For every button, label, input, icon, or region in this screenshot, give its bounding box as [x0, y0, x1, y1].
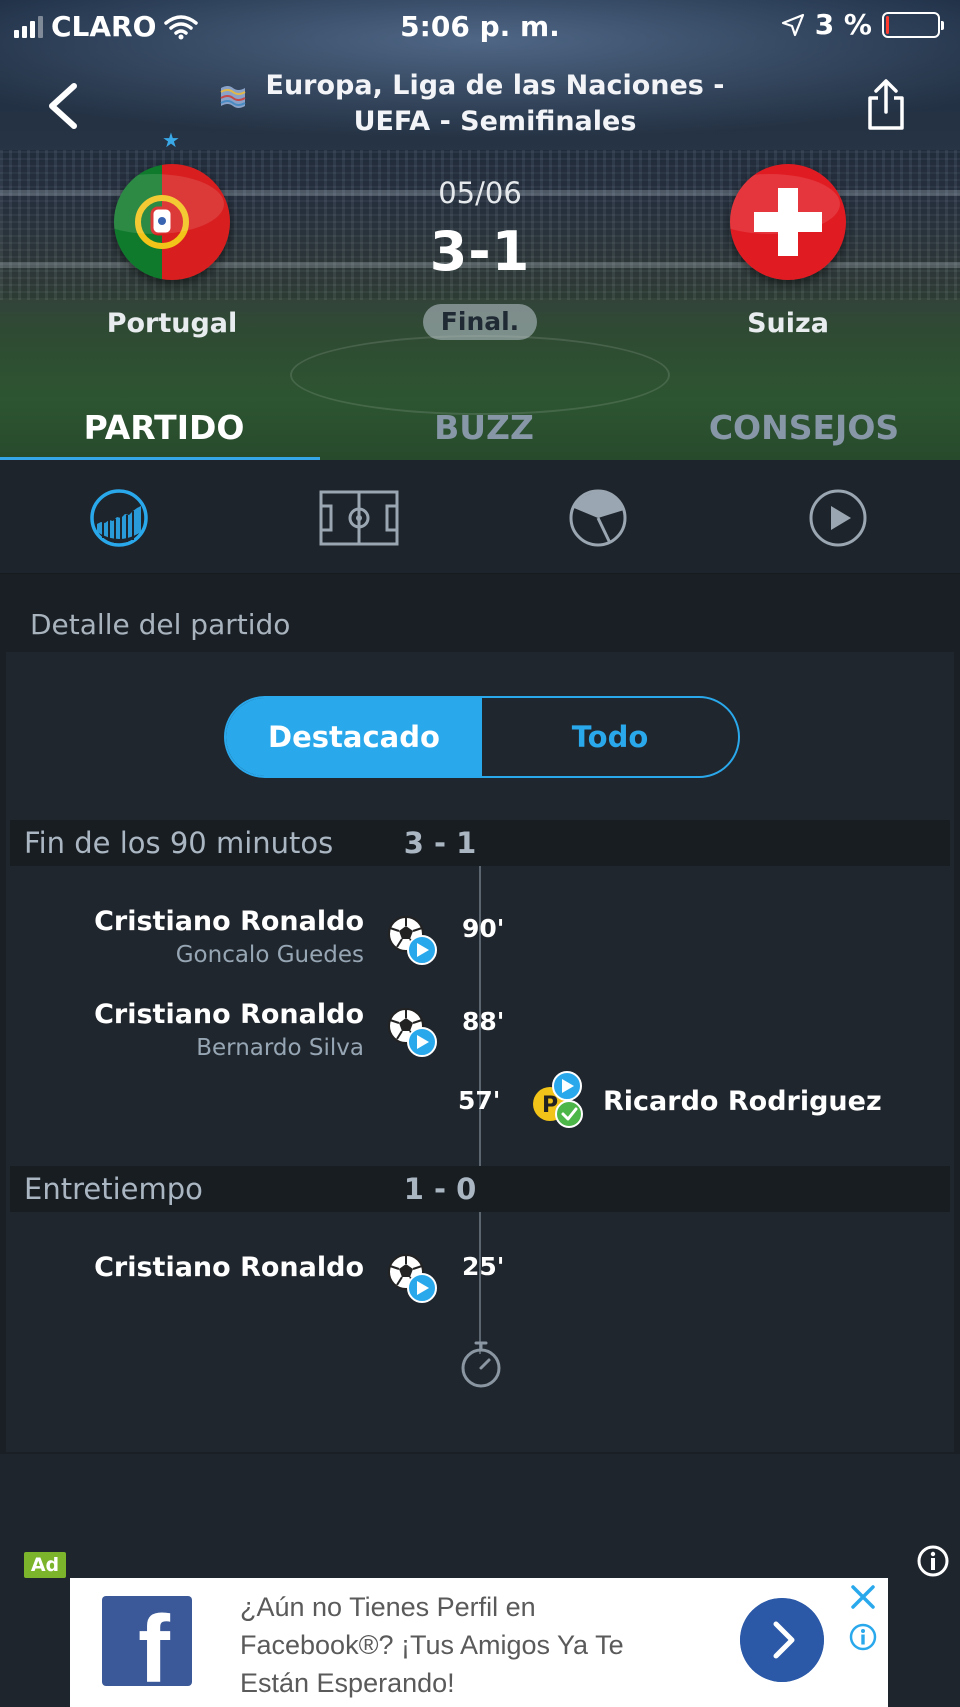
ad-close-icon[interactable]	[848, 1582, 878, 1612]
facebook-logo: f	[102, 1596, 192, 1703]
battery-icon	[882, 11, 944, 38]
period-score: 1 - 0	[403, 1172, 477, 1206]
filter-all-button[interactable]: Todo	[482, 698, 738, 776]
ad-info-icon[interactable]	[916, 1544, 950, 1578]
goal-video-icon[interactable]	[386, 1252, 438, 1304]
home-team-flag[interactable]	[114, 164, 230, 280]
match-score: 3-1	[429, 220, 531, 283]
event-minute: 57'	[458, 1086, 501, 1115]
back-button[interactable]	[40, 78, 90, 134]
tab-partido[interactable]: PARTIDO	[4, 408, 324, 447]
away-team-flag[interactable]	[730, 164, 846, 280]
event-minute: 25'	[462, 1252, 505, 1281]
pitch-lineup-icon[interactable]	[318, 486, 400, 550]
pie-chart-icon[interactable]	[566, 486, 630, 550]
event-player: Cristiano Ronaldo	[94, 1252, 364, 1283]
period-label: Entretiempo	[24, 1172, 203, 1206]
battery-percent: 3 %	[814, 8, 872, 41]
ad-banner[interactable]: f ¿Aún no Tienes Perfil en Facebook®? ¡T…	[70, 1578, 888, 1707]
goal-video-icon[interactable]	[386, 1006, 438, 1058]
match-status-badge: Final.	[423, 304, 537, 340]
tab-consejos[interactable]: CONSEJOS	[644, 408, 960, 447]
ad-text: ¿Aún no Tienes Perfil en Facebook®? ¡Tus…	[240, 1592, 624, 1698]
share-button[interactable]	[862, 78, 910, 134]
period-header: Fin de los 90 minutos 3 - 1	[10, 820, 950, 866]
filter-highlighted-button[interactable]: Destacado	[226, 698, 482, 776]
status-right: 3 %	[781, 8, 944, 41]
event-minute: 90'	[462, 914, 505, 943]
goal-video-icon[interactable]	[386, 914, 438, 966]
period-score: 3 - 1	[403, 826, 477, 860]
home-team-name: Portugal	[106, 308, 238, 339]
event-assist: Bernardo Silva	[196, 1035, 364, 1061]
match-tabs: PARTIDO BUZZ CONSEJOS	[0, 400, 960, 460]
location-arrow-icon	[781, 13, 804, 36]
section-title: Detalle del partido	[30, 608, 291, 641]
facebook-logo-letter: f	[138, 1596, 171, 1686]
tab-buzz[interactable]: BUZZ	[324, 408, 644, 447]
event-assist: Goncalo Guedes	[175, 942, 364, 968]
period-header: Entretiempo 1 - 0	[10, 1166, 950, 1212]
stopwatch-icon	[461, 1341, 501, 1388]
event-player: Cristiano Ronaldo	[94, 999, 364, 1030]
play-video-icon[interactable]	[806, 486, 870, 550]
event-player: Ricardo Rodriguez	[603, 1086, 882, 1117]
event-minute: 88'	[462, 1007, 505, 1036]
ad-banner-area: Ad f ¿Aún no Tienes Perfil en Facebook®?…	[0, 1536, 960, 1707]
ad-badge: Ad	[24, 1552, 66, 1578]
match-events-card: Destacado Todo Fin de los 90 minutos 3 -…	[6, 652, 954, 1452]
favorite-star-icon: ★	[162, 128, 180, 152]
period-label: Fin de los 90 minutos	[24, 826, 334, 860]
match-detail-content: Detalle del partido Destacado Todo Fin d…	[0, 574, 960, 1454]
event-player: Cristiano Ronaldo	[94, 906, 364, 937]
ad-choices-info-icon[interactable]	[848, 1622, 878, 1652]
match-subnav	[0, 460, 960, 574]
events-filter-toggle: Destacado Todo	[224, 696, 740, 778]
portugal-flag-icon	[114, 164, 230, 280]
stats-chart-icon[interactable]	[87, 486, 151, 550]
match-date: 05/06	[438, 176, 522, 210]
status-bar: CLARO 5:06 p. m. 3 %	[0, 0, 960, 50]
penalty-goal-video-icon[interactable]: P	[528, 1070, 588, 1130]
switzerland-flag-icon	[730, 164, 846, 280]
away-team-name: Suiza	[747, 308, 829, 339]
nations-league-icon	[220, 86, 246, 108]
match-header: CLARO 5:06 p. m. 3 % Europa, Liga de las…	[0, 0, 960, 460]
ad-open-button[interactable]	[740, 1598, 824, 1682]
competition-title: Europa, Liga de las Naciones - UEFA - Se…	[265, 70, 725, 137]
